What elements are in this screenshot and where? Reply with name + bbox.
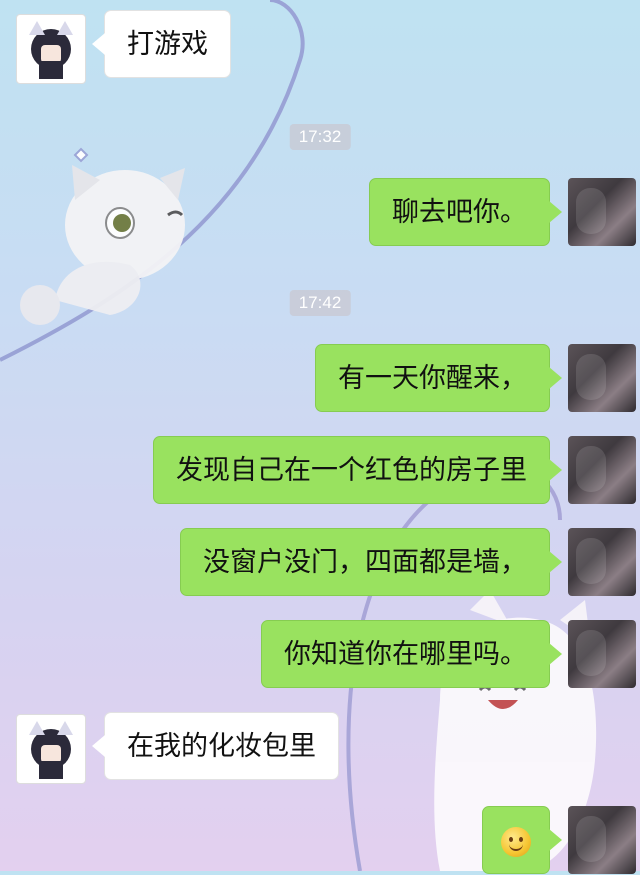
message-text: 发现自己在一个红色的房子里	[176, 455, 527, 486]
message-text: 打游戏	[127, 29, 208, 60]
message-text: 聊去吧你。	[392, 197, 527, 228]
timestamp: 17:32	[289, 124, 351, 150]
smiley-icon	[501, 826, 531, 857]
message-bubble-sent[interactable]: 没窗户没门，四面都是墙，	[180, 528, 562, 596]
timestamp: 17:42	[289, 290, 351, 316]
message-text: 没窗户没门，四面都是墙，	[203, 547, 527, 578]
contact-avatar[interactable]	[16, 14, 86, 84]
message-bubble-sent[interactable]: 聊去吧你。	[369, 178, 562, 246]
message-text: 在我的化妆包里	[127, 731, 316, 762]
my-avatar[interactable]	[568, 344, 636, 412]
message-bubble-sent[interactable]: 发现自己在一个红色的房子里	[153, 436, 562, 504]
message-bubble-sent[interactable]: 有一天你醒来，	[315, 344, 562, 412]
my-avatar[interactable]	[568, 436, 636, 504]
message-text: 你知道你在哪里吗。	[284, 639, 527, 670]
cat-illustration-left	[20, 147, 185, 325]
message-text: 有一天你醒来，	[338, 363, 527, 394]
message-bubble-received[interactable]: 打游戏	[92, 10, 231, 78]
my-avatar[interactable]	[568, 178, 636, 246]
message-bubble-sent[interactable]	[482, 806, 562, 874]
message-bubble-received[interactable]: 在我的化妆包里	[92, 712, 339, 780]
my-avatar[interactable]	[568, 528, 636, 596]
message-bubble-sent[interactable]: 你知道你在哪里吗。	[261, 620, 562, 688]
my-avatar[interactable]	[568, 806, 636, 874]
my-avatar[interactable]	[568, 620, 636, 688]
contact-avatar[interactable]	[16, 714, 86, 784]
